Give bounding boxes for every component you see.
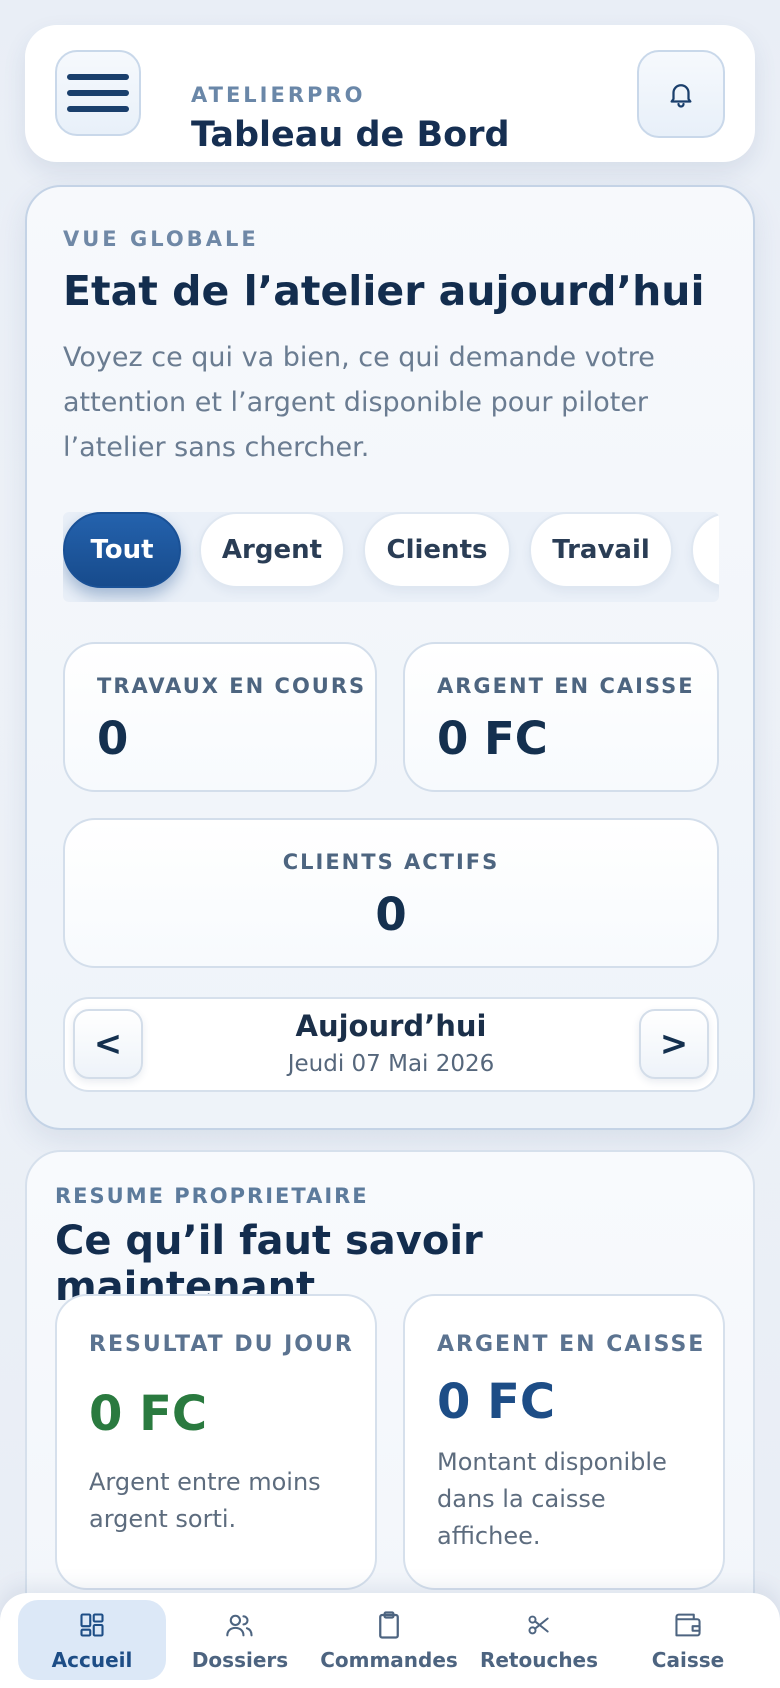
wallet-icon [675, 1613, 701, 1637]
summary-card-value: 0 FC [89, 1386, 208, 1442]
page-title: Tableau de Bord [191, 115, 510, 155]
stat-card-argent[interactable]: ARGENT EN CAISSE 0 FC [403, 642, 719, 792]
date-subtitle: Jeudi 07 Mai 2026 [287, 1051, 495, 1077]
nav-item-accueil[interactable]: Accueil [18, 1600, 166, 1680]
summary-card-note: Montant disponible dans la caisse affich… [437, 1448, 667, 1550]
stat-value: 0 FC [437, 712, 548, 765]
nav-item-retouches[interactable]: Retouches [465, 1600, 613, 1680]
summary-card-label: ARGENT EN CAISSE [437, 1332, 706, 1357]
scissors-icon [528, 1615, 549, 1635]
stat-card-travaux[interactable]: TRAVAUX EN COURS 0 [63, 642, 377, 792]
stat-label: ARGENT EN CAISSE [437, 674, 695, 698]
nav-label: Caisse [651, 1648, 725, 1672]
nav-item-commandes[interactable]: Commandes [315, 1600, 463, 1680]
overview-card: VUE GLOBALE Etat de l’atelier aujourd’hu… [25, 185, 755, 1130]
clipboard-icon [379, 1611, 399, 1639]
nav-item-dossiers[interactable]: Dossiers [166, 1600, 314, 1680]
filter-chip-travail[interactable]: Travail [529, 512, 673, 588]
filter-chip-tout[interactable]: Tout [63, 512, 181, 588]
summary-card-value: 0 FC [437, 1374, 556, 1430]
app-header: ATELIERPRO Tableau de Bord [25, 25, 755, 162]
summary-card-note: Argent entre moins argent sorti. [89, 1468, 321, 1533]
overview-description: Voyez ce qui va bien, ce qui demande vot… [63, 342, 655, 463]
menu-icon-bar [67, 106, 129, 112]
nav-label: Commandes [320, 1648, 458, 1672]
menu-icon-bar [67, 90, 129, 96]
dashboard-icon [80, 1613, 104, 1637]
filter-chip-more[interactable] [691, 512, 719, 588]
next-day-button[interactable]: > [639, 1009, 709, 1079]
filter-chip-argent[interactable]: Argent [199, 512, 345, 588]
nav-item-caisse[interactable]: Caisse [614, 1600, 762, 1680]
bottom-navigation: Accueil Dossiers Commandes Retouches Cai… [0, 1593, 780, 1688]
summary-card-argent[interactable]: ARGENT EN CAISSE 0 FC Montant disponible… [403, 1294, 725, 1590]
overview-title: Etat de l’atelier aujourd’hui [63, 267, 705, 315]
overview-eyebrow: VUE GLOBALE [63, 227, 259, 251]
stat-label: CLIENTS ACTIFS [282, 850, 500, 874]
menu-icon [67, 74, 129, 80]
users-icon [226, 1614, 253, 1637]
brand-name: ATELIERPRO [191, 83, 366, 107]
date-title: Aujourd’hui [295, 1009, 487, 1043]
filter-chip-clients[interactable]: Clients [363, 512, 511, 588]
date-selector: < Aujourd’hui Jeudi 07 Mai 2026 > [63, 997, 719, 1092]
summary-eyebrow: RESUME PROPRIETAIRE [55, 1184, 369, 1208]
nav-label: Retouches [479, 1648, 599, 1672]
nav-label: Accueil [51, 1648, 133, 1672]
summary-card-label: RESULTAT DU JOUR [89, 1332, 354, 1357]
filter-chips: Tout Argent Clients Travail [63, 512, 719, 602]
stat-value: 0 [97, 712, 129, 765]
stat-label: TRAVAUX EN COURS [97, 674, 367, 698]
menu-button[interactable] [55, 50, 141, 136]
summary-card-resultat[interactable]: RESULTAT DU JOUR 0 FC Argent entre moins… [55, 1294, 377, 1590]
notifications-button[interactable] [637, 50, 725, 138]
stat-value: 0 [375, 888, 407, 941]
nav-label: Dossiers [191, 1648, 289, 1672]
stat-card-clients[interactable]: CLIENTS ACTIFS 0 [63, 818, 719, 968]
bell-icon [670, 84, 692, 108]
